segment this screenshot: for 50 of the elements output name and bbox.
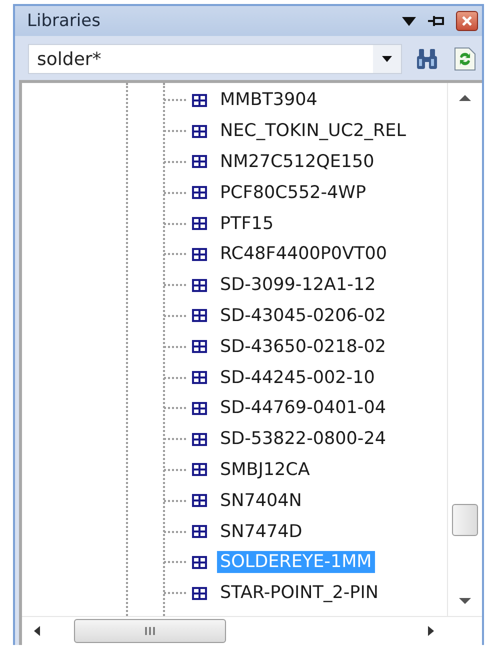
tree-item[interactable]: SN7404N [217,490,305,512]
table-icon [192,556,207,569]
table-icon [192,525,207,538]
close-button[interactable] [456,11,478,31]
tree-item[interactable]: MMBT3904 [217,89,320,112]
tree-item[interactable]: STAR-POINT_2-PIN [217,582,382,604]
table-icon [192,278,207,292]
search-combo[interactable]: solder* [28,44,402,74]
tree-item[interactable]: PTF15 [217,212,277,235]
table-icon [192,494,207,508]
table-icon [192,186,207,200]
table-icon [192,340,207,354]
scrollbar-thumb[interactable] [452,504,478,536]
pin-icon[interactable] [428,15,444,27]
table-icon [192,432,207,446]
table-icon [192,309,207,322]
grip-icon[interactable] [144,627,156,635]
table-icon [192,248,207,261]
tree-item[interactable]: SD-44245-002-10 [217,366,378,389]
tree-item[interactable]: SMBJ12CA [217,458,313,481]
scroll-left-icon[interactable] [34,626,40,636]
tree-item[interactable]: NM27C512QE150 [217,150,378,173]
table-icon [192,94,207,107]
table-icon [192,402,207,415]
tree-item[interactable]: NEC_TOKIN_UC2_REL [217,120,409,142]
close-icon[interactable] [462,16,472,26]
refresh-icon[interactable] [454,47,476,71]
scroll-down-icon[interactable] [459,598,471,604]
tree-item[interactable]: SN7474D [217,520,306,543]
table-icon [192,371,207,384]
table-icon [192,124,207,138]
dropdown-arrow-icon[interactable] [402,16,416,26]
tree-item[interactable]: RC48F4400P0VT00 [217,243,390,266]
table-icon [192,586,207,600]
panel-title: Libraries [27,11,102,31]
table-icon [192,217,207,230]
tree-item[interactable]: SD-53822-0800-24 [217,428,390,450]
scroll-right-icon[interactable] [428,626,434,636]
table-icon [192,463,207,476]
tree-item[interactable]: SD-44769-0401-04 [217,397,390,420]
caret-icon[interactable] [382,56,392,62]
search-field[interactable]: solder* [29,48,373,70]
scrollbar-thumb[interactable] [74,619,226,643]
tree-item[interactable]: SD-43045-0206-02 [217,304,390,327]
tree-item[interactable]: PCF80C552-4WP [217,182,370,204]
scroll-up-icon[interactable] [459,95,471,101]
tree-item[interactable]: SD-43650-0218-02 [217,336,390,358]
tree-item[interactable]: SD-3099-12A1-12 [217,274,379,296]
binoculars-icon[interactable] [415,48,439,70]
table-icon [192,155,207,168]
